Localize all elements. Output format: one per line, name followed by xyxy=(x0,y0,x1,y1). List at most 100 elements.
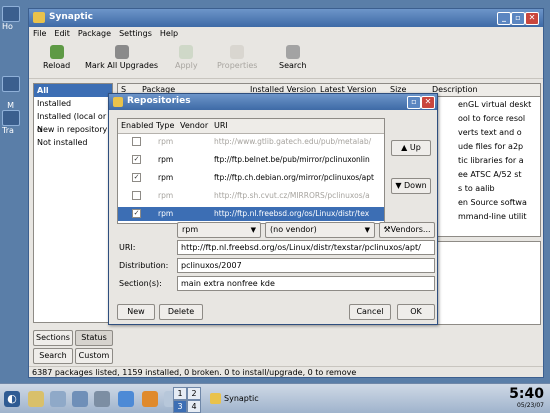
menu-settings[interactable]: Settings xyxy=(115,27,156,40)
filter-installed-local[interactable]: Installed (local or o xyxy=(34,110,112,134)
enabled-checkbox[interactable] xyxy=(132,191,141,200)
description-cell: tic libraries for a xyxy=(458,156,524,165)
description-cell: en Source softwa xyxy=(458,198,527,207)
type-select[interactable]: rpm ▼ xyxy=(177,222,261,238)
column-type[interactable]: Type xyxy=(156,121,174,130)
repository-table: Enabled Type Vendor URI rpm http://www.g… xyxy=(117,118,385,224)
sections-button[interactable]: Sections xyxy=(33,330,73,346)
delete-button[interactable]: Delete xyxy=(159,304,203,320)
distribution-field[interactable]: pclinuxos/2007 xyxy=(177,258,435,273)
toolbar: Reload Mark All Upgrades Apply Propertie… xyxy=(29,41,543,79)
dialog-titlebar[interactable]: Repositories ▫ ✕ xyxy=(109,94,437,110)
apply-icon xyxy=(179,45,194,59)
menubar: File Edit Package Settings Help xyxy=(29,27,543,41)
search-filter-button[interactable]: Search xyxy=(33,348,73,364)
menu-edit[interactable]: Edit xyxy=(50,27,74,40)
enabled-checkbox[interactable] xyxy=(132,137,141,146)
description-cell: verts text and o xyxy=(458,128,522,137)
search-button[interactable]: Search xyxy=(279,45,306,70)
clock-date: 05/23/07 xyxy=(517,402,544,409)
status-button[interactable]: Status xyxy=(75,330,113,346)
clock[interactable]: 5:40 05/23/07 xyxy=(509,386,544,409)
custom-button[interactable]: Custom xyxy=(75,348,113,364)
menu-help[interactable]: Help xyxy=(156,27,182,40)
home-icon[interactable] xyxy=(50,391,66,407)
trash-icon xyxy=(2,110,20,126)
repository-row[interactable]: rpm http://www.gtlib.gatech.edu/pub/meta… xyxy=(118,135,384,149)
enabled-checkbox[interactable]: ✓ xyxy=(132,173,141,182)
repository-row[interactable]: ✓ rpm ftp://ftp.ch.debian.org/mirror/pcl… xyxy=(118,171,384,185)
network-icon[interactable] xyxy=(118,391,134,407)
column-description[interactable]: Description xyxy=(432,85,478,94)
repository-row-selected[interactable]: ✓ rpm http://ftp.nl.freebsd.org/os/Linux… xyxy=(118,207,384,221)
distribution-label: Distribution: xyxy=(119,261,169,270)
vendors-button[interactable]: ⚒Vendors... xyxy=(379,222,435,238)
uri-field[interactable]: http://ftp.nl.freebsd.org/os/Linux/distr… xyxy=(177,240,435,255)
properties-button[interactable]: Properties xyxy=(217,45,257,70)
status-bar: 6387 packages listed, 1159 installed, 0 … xyxy=(29,366,543,378)
repository-row[interactable]: rpm http://ftp.sh.cvut.cz/MIRRORS/pclinu… xyxy=(118,189,384,203)
show-desktop-icon[interactable] xyxy=(28,391,44,407)
search-icon xyxy=(285,45,300,59)
chevron-down-icon: ▼ xyxy=(250,226,256,234)
apply-button[interactable]: Apply xyxy=(175,45,198,70)
dialog-close-icon[interactable]: ✕ xyxy=(421,96,435,109)
filter-new-in-repository[interactable]: New in repository xyxy=(34,123,112,136)
vendor-select[interactable]: (no vendor) ▼ xyxy=(265,222,375,238)
column-enabled[interactable]: Enabled xyxy=(121,121,153,130)
clock-time: 5:40 xyxy=(509,386,544,402)
enabled-checkbox[interactable]: ✓ xyxy=(132,155,141,164)
dialog-maximize-icon[interactable]: ▫ xyxy=(407,96,421,109)
move-up-button[interactable]: ▲ Up xyxy=(391,140,431,156)
window-titlebar[interactable]: Synaptic _ ▫ ✕ xyxy=(29,9,543,27)
new-button[interactable]: New xyxy=(117,304,155,320)
firefox-icon[interactable] xyxy=(142,391,158,407)
pager-desktop-1[interactable]: 1 xyxy=(173,387,187,400)
dialog-title: Repositories xyxy=(127,96,191,106)
control-center-icon[interactable] xyxy=(94,391,110,407)
column-vendor[interactable]: Vendor xyxy=(180,121,208,130)
ok-button[interactable]: OK xyxy=(397,304,435,320)
filter-installed[interactable]: Installed xyxy=(34,97,112,110)
synaptic-app-icon xyxy=(33,12,45,23)
filter-all[interactable]: All xyxy=(34,84,112,97)
move-down-button[interactable]: ▼ Down xyxy=(391,178,431,194)
desktop-icon-home[interactable]: Ho xyxy=(2,6,20,31)
reload-icon xyxy=(49,45,64,59)
repositories-dialog: Repositories ▫ ✕ Enabled Type Vendor URI… xyxy=(108,93,438,325)
description-cell: ude files for a2p xyxy=(458,142,524,151)
description-cell: ool to force resol xyxy=(458,114,526,123)
minimize-icon[interactable]: _ xyxy=(497,12,511,25)
close-icon[interactable]: ✕ xyxy=(525,12,539,25)
description-cell: enGL virtual deskt xyxy=(458,100,532,109)
menu-file[interactable]: File xyxy=(29,27,50,40)
repository-row[interactable]: ✓ rpm ftp://ftp.belnet.be/pub/mirror/pcl… xyxy=(118,153,384,167)
enabled-checkbox[interactable]: ✓ xyxy=(132,209,141,218)
taskbar: ◐ 1 2 3 4 Synaptic 5:40 05/23/07 xyxy=(0,383,550,413)
filter-not-installed[interactable]: Not installed xyxy=(34,136,112,149)
reload-button[interactable]: Reload xyxy=(43,45,70,70)
computer-icon xyxy=(2,76,20,92)
pager-desktop-2[interactable]: 2 xyxy=(187,387,201,400)
pager-desktop-3[interactable]: 3 xyxy=(173,400,187,413)
mark-all-upgrades-button[interactable]: Mark All Upgrades xyxy=(85,45,158,70)
pager-desktop-4[interactable]: 4 xyxy=(187,400,201,413)
synaptic-task-icon xyxy=(210,393,221,404)
repository-table-header: Enabled Type Vendor URI xyxy=(118,119,384,134)
down-arrow-icon: ▼ xyxy=(395,181,405,190)
maximize-icon[interactable]: ▫ xyxy=(511,12,525,25)
home-icon xyxy=(2,6,20,22)
column-uri[interactable]: URI xyxy=(214,121,228,130)
cancel-button[interactable]: Cancel xyxy=(349,304,391,320)
task-synaptic[interactable]: Synaptic xyxy=(206,387,326,411)
terminal-icon[interactable] xyxy=(72,391,88,407)
description-cell: mmand-line utilit xyxy=(458,212,527,221)
menu-package[interactable]: Package xyxy=(74,27,115,40)
uri-label: URI: xyxy=(119,243,136,252)
desktop-icon-trash[interactable]: Tra xyxy=(2,110,20,135)
properties-icon xyxy=(230,45,245,59)
filter-list: All Installed Installed (local or o New … xyxy=(33,83,113,323)
sections-field[interactable]: main extra nonfree kde xyxy=(177,276,435,291)
start-menu-icon[interactable]: ◐ xyxy=(4,391,20,407)
description-cell: s to aalib xyxy=(458,184,495,193)
